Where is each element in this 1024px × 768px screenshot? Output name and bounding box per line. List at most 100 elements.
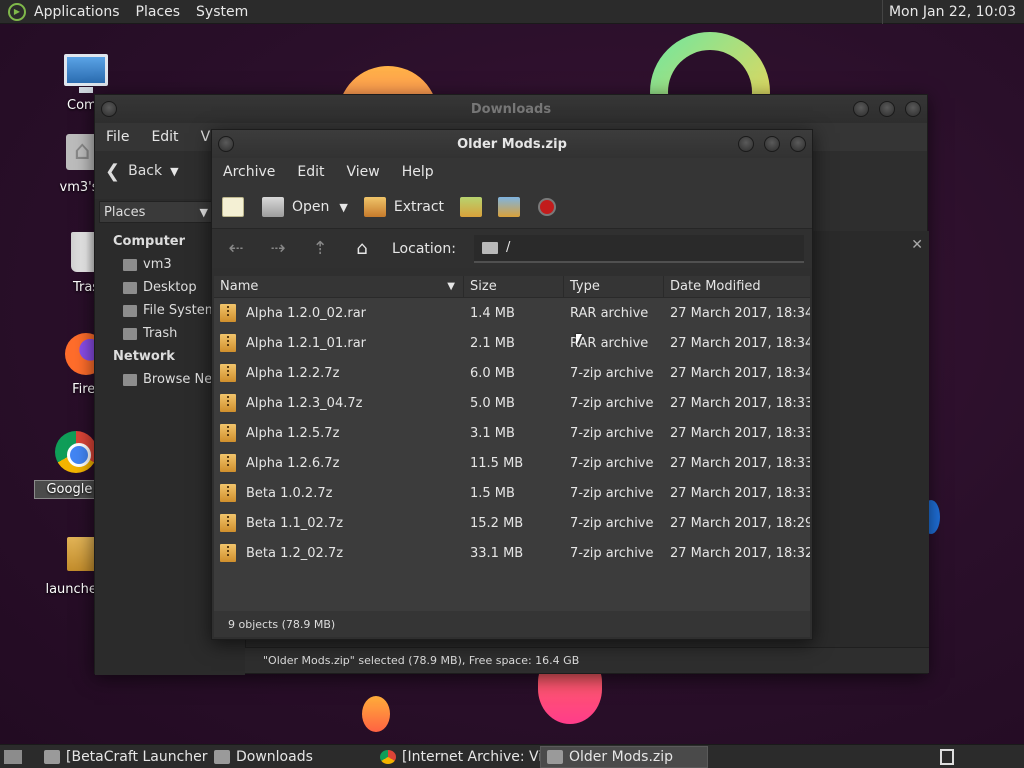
file-name: Beta 1.0.2.7z	[246, 485, 333, 501]
arrow-left-icon: ❮	[105, 160, 121, 182]
stop-button[interactable]	[538, 198, 557, 216]
open-button[interactable]: Open	[262, 197, 329, 217]
archive-file-icon	[220, 514, 236, 532]
folder-icon	[214, 749, 230, 764]
menu-file[interactable]: File	[95, 129, 140, 145]
window-menu-button[interactable]	[101, 101, 117, 117]
maximize-button[interactable]	[879, 101, 895, 117]
minimize-button[interactable]	[738, 136, 754, 152]
toolbar: Open ▼ Extract	[212, 186, 812, 228]
menu-places[interactable]: Places	[136, 4, 189, 20]
clock[interactable]: Mon Jan 22, 10:03	[881, 0, 1024, 24]
home-icon	[123, 258, 137, 271]
column-header-name[interactable]: Name ▼	[214, 276, 464, 297]
places-dropdown[interactable]: Places ▼	[99, 201, 213, 223]
sidebar-item-label: Desktop	[143, 280, 197, 295]
extract-label: Extract	[393, 199, 445, 215]
taskbar-item-betacraft[interactable]: [BetaCraft Launcher…	[38, 746, 208, 768]
back-button[interactable]: ❮ Back ▼	[105, 161, 179, 182]
table-row[interactable]: Alpha 1.2.0_02.rar 1.4 MB RAR archive 27…	[214, 298, 810, 328]
archive-file-icon	[220, 484, 236, 502]
statusbar: "Older Mods.zip" selected (78.9 MB), Fre…	[245, 647, 929, 673]
taskbar-item-internet-archive[interactable]: [Internet Archive: Vi…	[374, 746, 540, 768]
file-type: 7-zip archive	[570, 545, 654, 561]
drive-icon	[123, 304, 137, 317]
taskbar-item-label: Older Mods.zip	[569, 748, 674, 765]
extract-button[interactable]: Extract	[363, 197, 445, 217]
table-row[interactable]: Alpha 1.2.2.7z 6.0 MB 7-zip archive 27 M…	[214, 358, 810, 388]
close-button[interactable]	[790, 136, 806, 152]
file-date: 27 March 2017, 18:29	[670, 515, 810, 531]
column-header-label: Date Modified	[670, 279, 761, 294]
workspace-switcher-icon[interactable]	[940, 748, 954, 765]
menu-applications[interactable]: Applications	[34, 4, 128, 20]
file-size: 6.0 MB	[470, 365, 515, 381]
window-title: Older Mods.zip	[457, 136, 567, 152]
chevron-down-icon[interactable]: ▼	[339, 201, 347, 214]
titlebar[interactable]: Downloads	[95, 95, 927, 123]
mouse-cursor-icon	[576, 334, 582, 346]
location-bar: ⇠ ⇢ ⇡ ⌂ Location: /	[212, 228, 812, 268]
taskbar-item-downloads[interactable]: Downloads	[208, 746, 374, 768]
menu-archive[interactable]: Archive	[212, 164, 286, 180]
table-row[interactable]: Alpha 1.2.5.7z 3.1 MB 7-zip archive 27 M…	[214, 418, 810, 448]
table-row[interactable]: Alpha 1.2.6.7z 11.5 MB 7-zip archive 27 …	[214, 448, 810, 478]
menu-view[interactable]: View	[336, 164, 391, 180]
file-date: 27 March 2017, 18:34	[670, 305, 810, 321]
menu-edit[interactable]: Edit	[140, 129, 189, 145]
minimize-button[interactable]	[853, 101, 869, 117]
close-button[interactable]	[905, 101, 921, 117]
status-text: 9 objects (78.9 MB)	[228, 617, 336, 631]
package-icon	[67, 537, 97, 571]
add-folder-button[interactable]	[498, 197, 521, 217]
stop-icon	[538, 198, 557, 216]
new-archive-button[interactable]	[222, 197, 244, 217]
maximize-button[interactable]	[764, 136, 780, 152]
file-type: 7-zip archive	[570, 395, 654, 411]
trash-icon	[123, 327, 137, 340]
file-size: 1.4 MB	[470, 305, 515, 321]
window-title: Downloads	[470, 101, 552, 117]
location-input[interactable]: /	[473, 234, 804, 263]
file-size: 11.5 MB	[470, 455, 524, 471]
sidebar-item-label: vm3	[143, 257, 172, 272]
menu-edit[interactable]: Edit	[286, 164, 335, 180]
open-icon	[262, 197, 284, 217]
column-header-date-modified[interactable]: Date Modified	[664, 276, 810, 297]
table-row[interactable]: Alpha 1.2.1_01.rar 2.1 MB RAR archive 27…	[214, 328, 810, 358]
column-header-size[interactable]: Size	[464, 276, 564, 297]
archive-file-icon	[220, 454, 236, 472]
table-body: Alpha 1.2.0_02.rar 1.4 MB RAR archive 27…	[214, 298, 810, 568]
file-type: 7-zip archive	[570, 365, 654, 381]
column-header-label: Name	[220, 279, 259, 294]
file-name: Beta 1.1_02.7z	[246, 515, 344, 531]
file-size: 1.5 MB	[470, 485, 515, 501]
table-row[interactable]: Beta 1.2_02.7z 33.1 MB 7-zip archive 27 …	[214, 538, 810, 568]
titlebar[interactable]: Older Mods.zip	[212, 130, 812, 158]
chevron-down-icon[interactable]: ▼	[170, 165, 178, 178]
up-arrow-icon[interactable]: ⇡	[308, 238, 332, 259]
forward-arrow-icon[interactable]: ⇢	[266, 238, 290, 259]
distro-logo-icon[interactable]: ▶	[8, 2, 26, 21]
file-name: Beta 1.2_02.7z	[246, 545, 344, 561]
menu-system[interactable]: System	[196, 4, 256, 20]
file-date: 27 March 2017, 18:34	[670, 365, 810, 381]
sidebar-item-label: File System	[143, 303, 218, 318]
show-desktop-icon[interactable]	[4, 749, 22, 764]
menu-help[interactable]: Help	[391, 164, 445, 180]
statusbar: 9 objects (78.9 MB)	[214, 611, 810, 637]
back-arrow-icon[interactable]: ⇠	[224, 238, 248, 259]
close-icon[interactable]: ✕	[911, 237, 923, 253]
sort-down-icon: ▼	[447, 281, 455, 292]
column-header-type[interactable]: Type	[564, 276, 664, 297]
file-size: 3.1 MB	[470, 425, 515, 441]
status-text: "Older Mods.zip" selected (78.9 MB), Fre…	[263, 654, 580, 667]
file-date: 27 March 2017, 18:33	[670, 485, 810, 501]
home-icon[interactable]: ⌂	[350, 238, 374, 259]
add-files-button[interactable]	[460, 197, 483, 217]
table-row[interactable]: Beta 1.1_02.7z 15.2 MB 7-zip archive 27 …	[214, 508, 810, 538]
table-row[interactable]: Alpha 1.2.3_04.7z 5.0 MB 7-zip archive 2…	[214, 388, 810, 418]
window-menu-button[interactable]	[218, 136, 234, 152]
table-row[interactable]: Beta 1.0.2.7z 1.5 MB 7-zip archive 27 Ma…	[214, 478, 810, 508]
taskbar-item-older-mods[interactable]: Older Mods.zip	[540, 745, 708, 768]
